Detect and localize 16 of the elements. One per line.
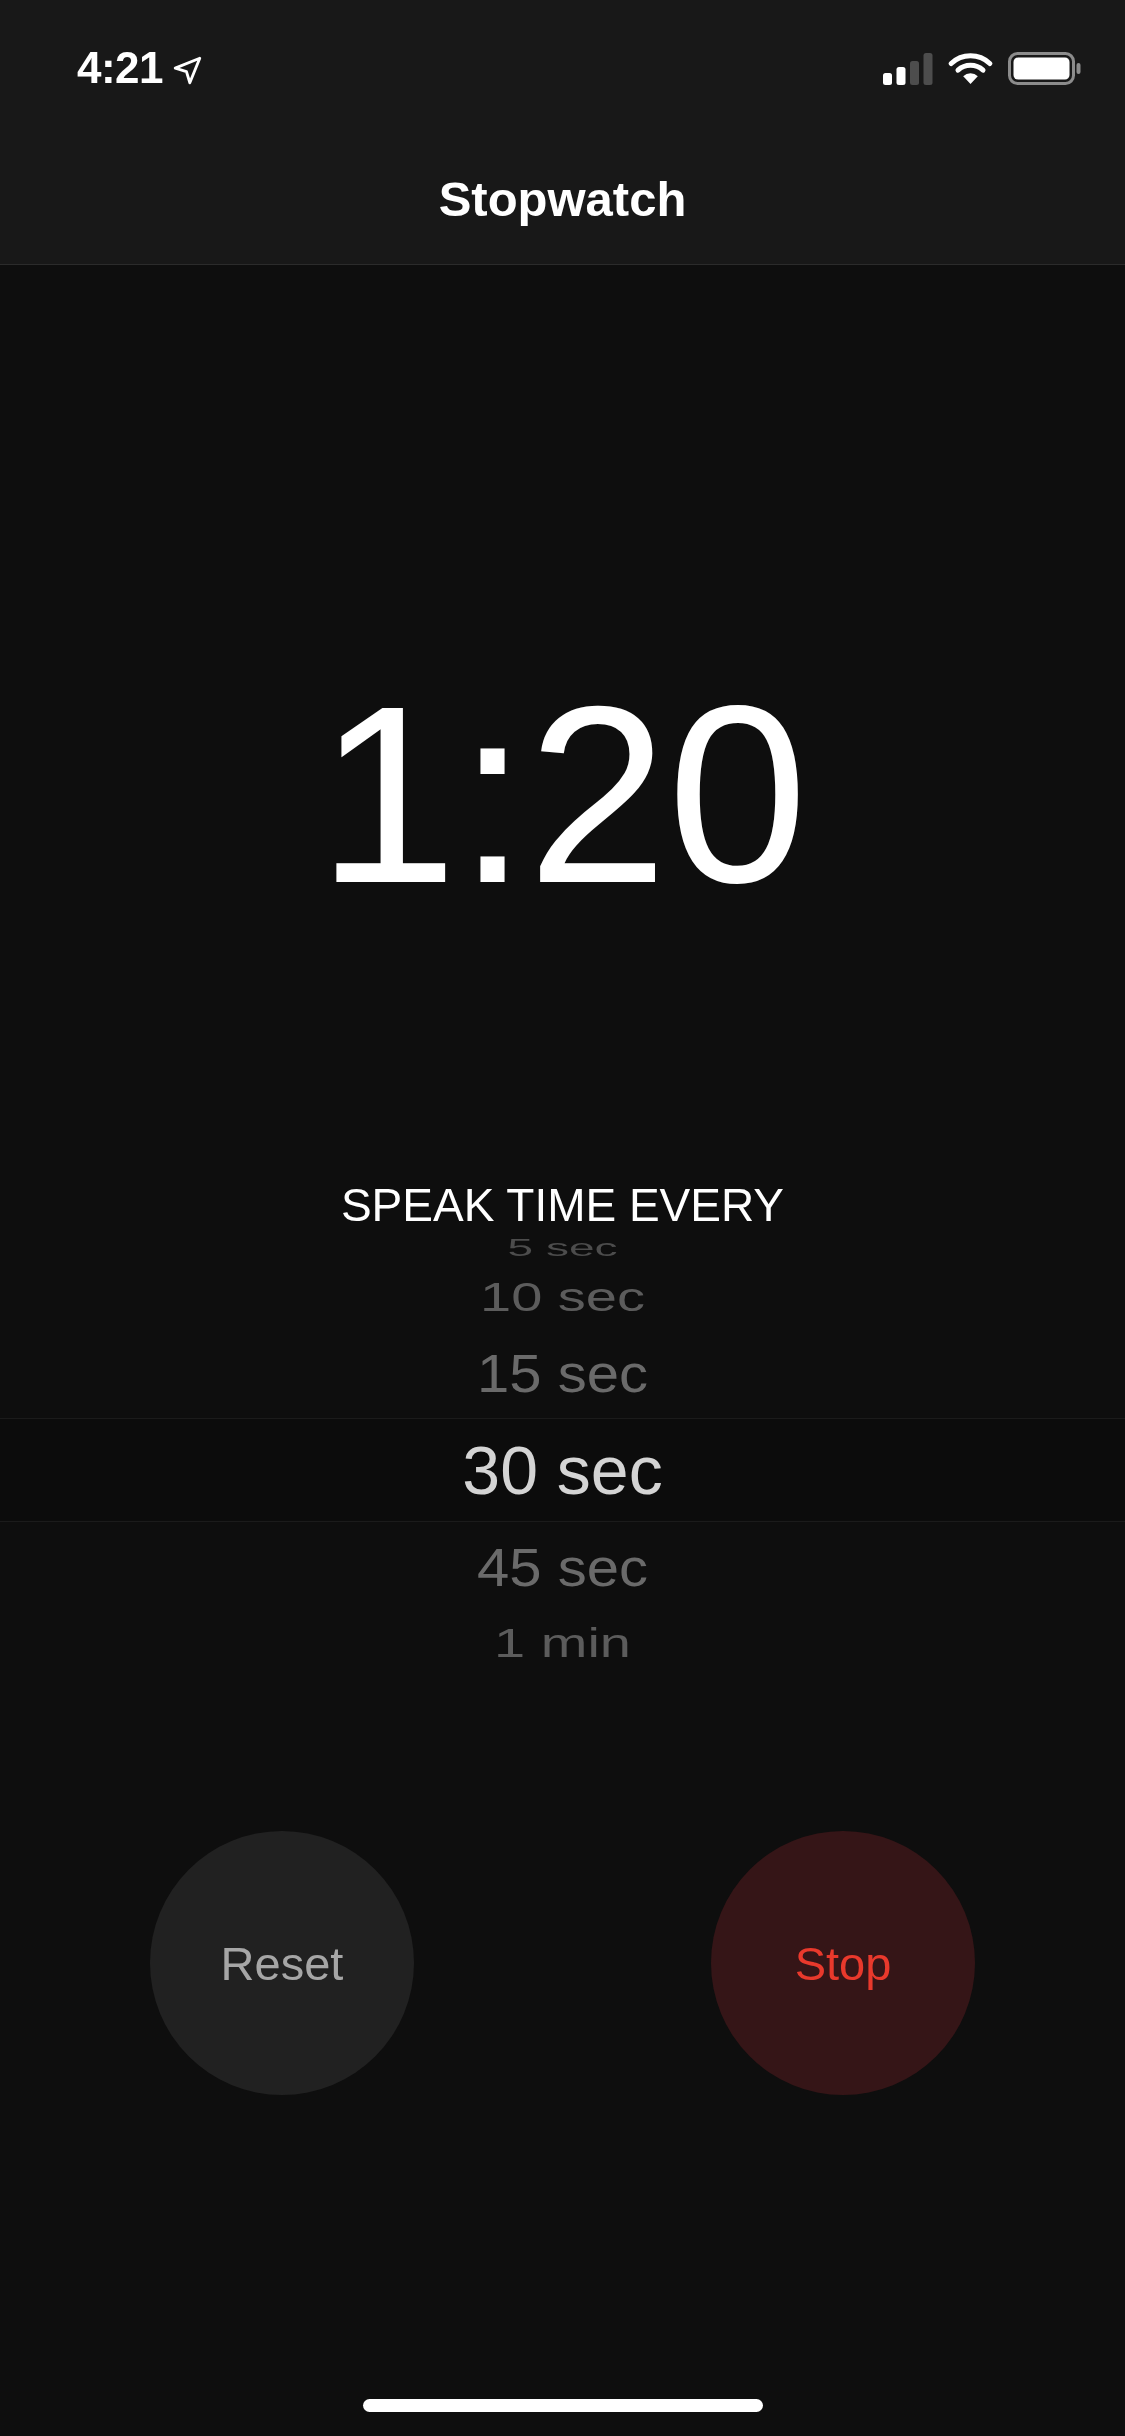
reset-button[interactable]: Reset [150,1831,414,2095]
battery-icon [1008,51,1081,85]
elapsed-time: 1:20 [317,653,808,937]
location-arrow-icon [172,54,204,86]
picker-label: SPEAK TIME EVERY [340,1180,785,1230]
nav-title: Stopwatch [438,173,687,227]
picker-option[interactable]: 30 sec [462,1432,663,1508]
picker-option[interactable]: 10 sec [480,1274,645,1320]
signal-icon [883,51,933,85]
picker-option[interactable]: 1 min [494,1620,631,1666]
status-time: 4:21 [77,46,164,90]
picker-option[interactable]: 5 sec [507,1235,618,1261]
picker-option[interactable]: 45 sec [477,1537,648,1597]
stop-button[interactable]: Stop [711,1831,975,2095]
picker-option[interactable]: 15 sec [477,1343,648,1403]
wifi-icon [948,51,993,85]
